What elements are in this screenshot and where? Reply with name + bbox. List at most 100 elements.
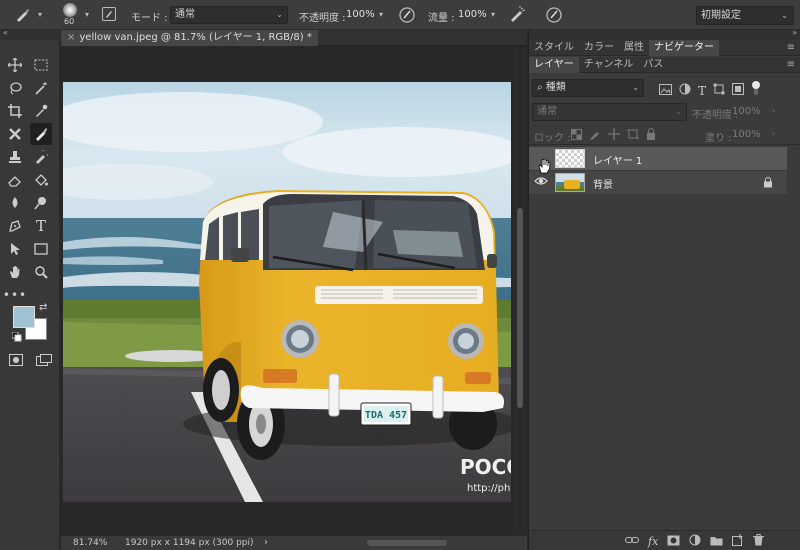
- paint-bucket-tool-icon[interactable]: [30, 169, 52, 191]
- workspace-select[interactable]: 初期設定 ⌄: [696, 6, 794, 25]
- new-layer-icon[interactable]: [732, 534, 744, 549]
- blur-tool-icon[interactable]: [4, 192, 26, 214]
- document-info: 1920 px x 1194 px (300 ppi): [125, 538, 254, 548]
- tab-color[interactable]: カラー: [579, 40, 619, 56]
- screen-mode-icon[interactable]: [36, 354, 52, 369]
- eye-icon[interactable]: [534, 175, 548, 190]
- opacity-input[interactable]: 100%: [346, 7, 375, 23]
- layer-name[interactable]: 背景: [593, 176, 613, 191]
- pressure-size-icon[interactable]: [545, 6, 563, 27]
- delete-layer-icon[interactable]: [753, 534, 765, 549]
- layer-filter-select[interactable]: ⌕ 種類 ⌄: [532, 79, 644, 97]
- close-icon[interactable]: ×: [67, 32, 75, 43]
- mode-select[interactable]: 通常 ⌄: [170, 6, 288, 24]
- flow-chevron-icon[interactable]: ▾: [491, 10, 495, 19]
- dodge-tool-icon[interactable]: [30, 192, 52, 214]
- options-bar: ▾ 60 ▾ モード : 通常 ⌄ 不透明度 : 100% ▾ 流量 : 100…: [0, 0, 800, 30]
- clone-stamp-tool-icon[interactable]: [4, 146, 26, 168]
- crop-tool-icon[interactable]: [4, 100, 26, 122]
- filter-type-icon[interactable]: T: [698, 84, 706, 98]
- adjustment-layer-icon[interactable]: [689, 534, 701, 549]
- brush-tool-button[interactable]: [30, 123, 52, 145]
- fill-input[interactable]: 100%: [732, 129, 761, 140]
- filter-adjustment-icon[interactable]: [679, 83, 691, 98]
- opacity-chevron-icon[interactable]: ▾: [379, 10, 383, 19]
- hand-tool-icon[interactable]: [4, 261, 26, 283]
- zoom-level[interactable]: 81.74%: [73, 536, 107, 550]
- magic-wand-tool-icon[interactable]: [30, 77, 52, 99]
- quick-mask-icon[interactable]: [9, 354, 23, 369]
- flow-label: 流量 :: [428, 13, 455, 24]
- brush-preview-icon[interactable]: [63, 3, 77, 17]
- document-tab-bar: × yellow van.jpeg @ 81.7% (レイヤー 1, RGB/8)…: [61, 30, 527, 46]
- brush-settings-icon[interactable]: [102, 7, 116, 21]
- document-tab[interactable]: × yellow van.jpeg @ 81.7% (レイヤー 1, RGB/8)…: [61, 30, 318, 46]
- tools-panel: « T ••• ⇄: [0, 28, 60, 550]
- layer-opacity-chevron-icon[interactable]: ›: [772, 106, 775, 115]
- blend-mode-value: 通常: [537, 106, 557, 117]
- flow-input[interactable]: 100%: [458, 7, 487, 23]
- chevron-down-icon: ⌄: [632, 83, 639, 92]
- layer-name[interactable]: レイヤー 1: [593, 152, 642, 167]
- filter-shape-icon[interactable]: [713, 83, 725, 98]
- horizontal-scroll-thumb[interactable]: [367, 540, 447, 546]
- layer-style-fx-icon[interactable]: fx: [648, 535, 658, 548]
- filter-pixel-icon[interactable]: [659, 83, 672, 98]
- eraser-tool-icon[interactable]: [4, 169, 26, 191]
- blend-mode-select[interactable]: 通常 ⌄: [532, 103, 687, 121]
- panel-layer-tabs: レイヤー チャンネル パス ≡: [529, 57, 800, 73]
- history-brush-tool-icon[interactable]: [30, 146, 52, 168]
- foreground-color-swatch[interactable]: [13, 306, 35, 328]
- lock-all-icon[interactable]: [646, 128, 656, 143]
- brush-picker-chevron-icon[interactable]: ▾: [85, 10, 89, 19]
- eyedropper-tool-icon[interactable]: [30, 100, 52, 122]
- tab-layers[interactable]: レイヤー: [529, 57, 579, 73]
- link-layers-icon[interactable]: [625, 535, 639, 548]
- workspace-select-value: 初期設定: [701, 10, 741, 21]
- default-colors-icon[interactable]: [11, 331, 22, 345]
- filter-toggle-switch[interactable]: [751, 81, 761, 100]
- tool-preset-chevron-icon[interactable]: ▾: [38, 10, 42, 19]
- add-mask-icon[interactable]: [667, 535, 680, 549]
- tab-styles[interactable]: スタイル: [529, 40, 579, 56]
- path-selection-tool-icon[interactable]: [4, 238, 26, 260]
- filter-smart-object-icon[interactable]: [732, 83, 745, 98]
- lock-image-icon[interactable]: [589, 128, 601, 143]
- lock-transparent-icon[interactable]: [571, 128, 582, 143]
- tab-channels[interactable]: チャンネル: [579, 57, 639, 73]
- canvas-image[interactable]: TDA 457 POCO 摄影专题 http://photo.poco.cn/: [63, 82, 511, 502]
- fill-chevron-icon[interactable]: ›: [772, 129, 775, 138]
- rectangle-tool-icon[interactable]: [30, 238, 52, 260]
- collapse-icon[interactable]: «: [3, 28, 8, 37]
- type-tool-icon[interactable]: T: [30, 215, 52, 237]
- lock-position-icon[interactable]: [608, 128, 620, 143]
- swap-colors-icon[interactable]: ⇄: [39, 302, 47, 313]
- lock-artboard-icon[interactable]: [627, 128, 639, 143]
- tab-paths[interactable]: パス: [638, 57, 668, 73]
- layer-opacity-input[interactable]: 100%: [732, 106, 761, 117]
- new-group-icon[interactable]: [710, 535, 723, 549]
- layer-thumbnail-background: [555, 173, 585, 192]
- more-tools-icon[interactable]: •••: [3, 284, 26, 306]
- tab-navigator[interactable]: ナビゲーター: [649, 40, 719, 56]
- healing-brush-tool-icon[interactable]: [4, 123, 26, 145]
- lasso-tool-icon[interactable]: [4, 77, 26, 99]
- chevron-down-icon: ⌄: [675, 107, 682, 116]
- layer-row-2[interactable]: 背景: [529, 171, 787, 194]
- panel-menu-icon[interactable]: ≡: [787, 42, 795, 53]
- move-tool-icon[interactable]: [4, 54, 26, 76]
- zoom-tool-icon[interactable]: [30, 261, 52, 283]
- layers-menu-icon[interactable]: ≡: [787, 59, 795, 70]
- airbrush-icon[interactable]: [508, 6, 526, 27]
- collapse-panels-icon[interactable]: »: [792, 28, 797, 37]
- vertical-scrollbar[interactable]: [514, 48, 526, 534]
- layer-row-1[interactable]: レイヤー 1: [529, 147, 787, 170]
- tab-properties[interactable]: 属性: [619, 40, 649, 56]
- layers-panel-footer: fx: [529, 530, 800, 550]
- pen-tool-icon[interactable]: [4, 215, 26, 237]
- vertical-scroll-thumb[interactable]: [517, 208, 523, 408]
- status-menu-chevron-icon[interactable]: ›: [264, 536, 268, 550]
- brush-tool-icon[interactable]: [14, 7, 30, 26]
- marquee-tool-icon[interactable]: [30, 54, 52, 76]
- pressure-opacity-icon[interactable]: [398, 6, 416, 27]
